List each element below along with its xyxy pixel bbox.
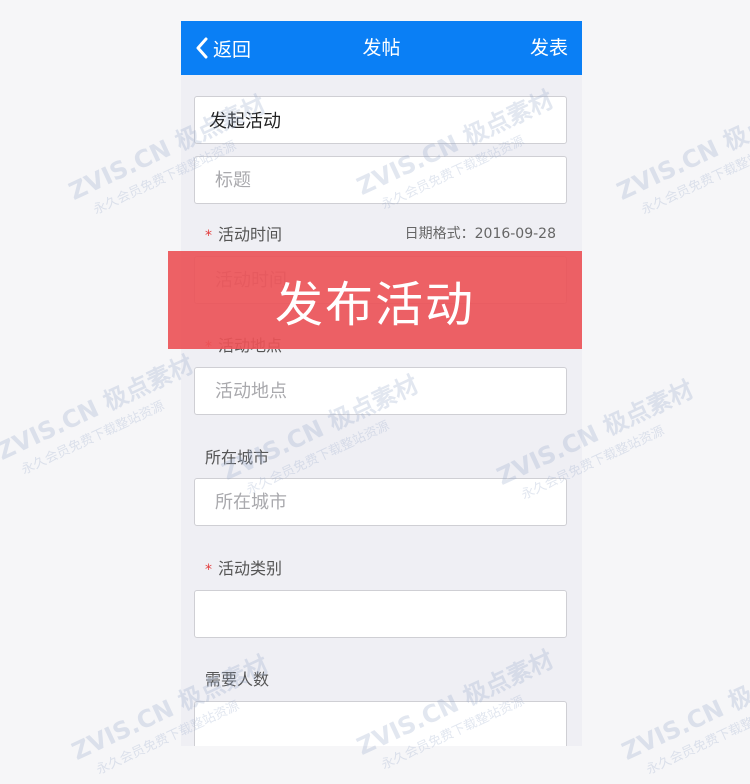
type-label: * 活动类别 (205, 559, 283, 578)
location-input[interactable] (194, 367, 567, 415)
publish-button[interactable]: 发表 (530, 34, 568, 62)
required-mark: * (205, 562, 212, 578)
people-label: 需要人数 (205, 670, 270, 689)
watermark: ZVIS.CN 极点素材 永久会员免费下载整站资源 (612, 90, 750, 219)
city-label: 所在城市 (205, 448, 270, 467)
city-input[interactable] (194, 478, 567, 526)
watermark: ZVIS.CN 极点素材 永久会员免费下载整站资源 (0, 350, 198, 479)
watermark: ZVIS.CN 极点素材 永久会员免费下载整站资源 (617, 650, 750, 779)
time-label: * 活动时间 (205, 225, 283, 244)
publish-activity-banner: 发布活动 (168, 251, 582, 349)
phone-screen: 返回 发帖 发表 *活动时间 日期格式：2016-09-28 *活动地点 所在城… (181, 21, 582, 746)
type-input[interactable] (194, 590, 567, 638)
title-input[interactable] (194, 156, 567, 204)
date-format-hint: 日期格式：2016-09-28 (404, 226, 556, 242)
required-mark: * (205, 228, 212, 244)
navbar: 返回 发帖 发表 (181, 21, 582, 75)
category-field[interactable] (194, 96, 567, 144)
page-title: 发帖 (362, 37, 401, 59)
people-input[interactable] (194, 701, 567, 746)
banner-text: 发布活动 (274, 277, 475, 333)
